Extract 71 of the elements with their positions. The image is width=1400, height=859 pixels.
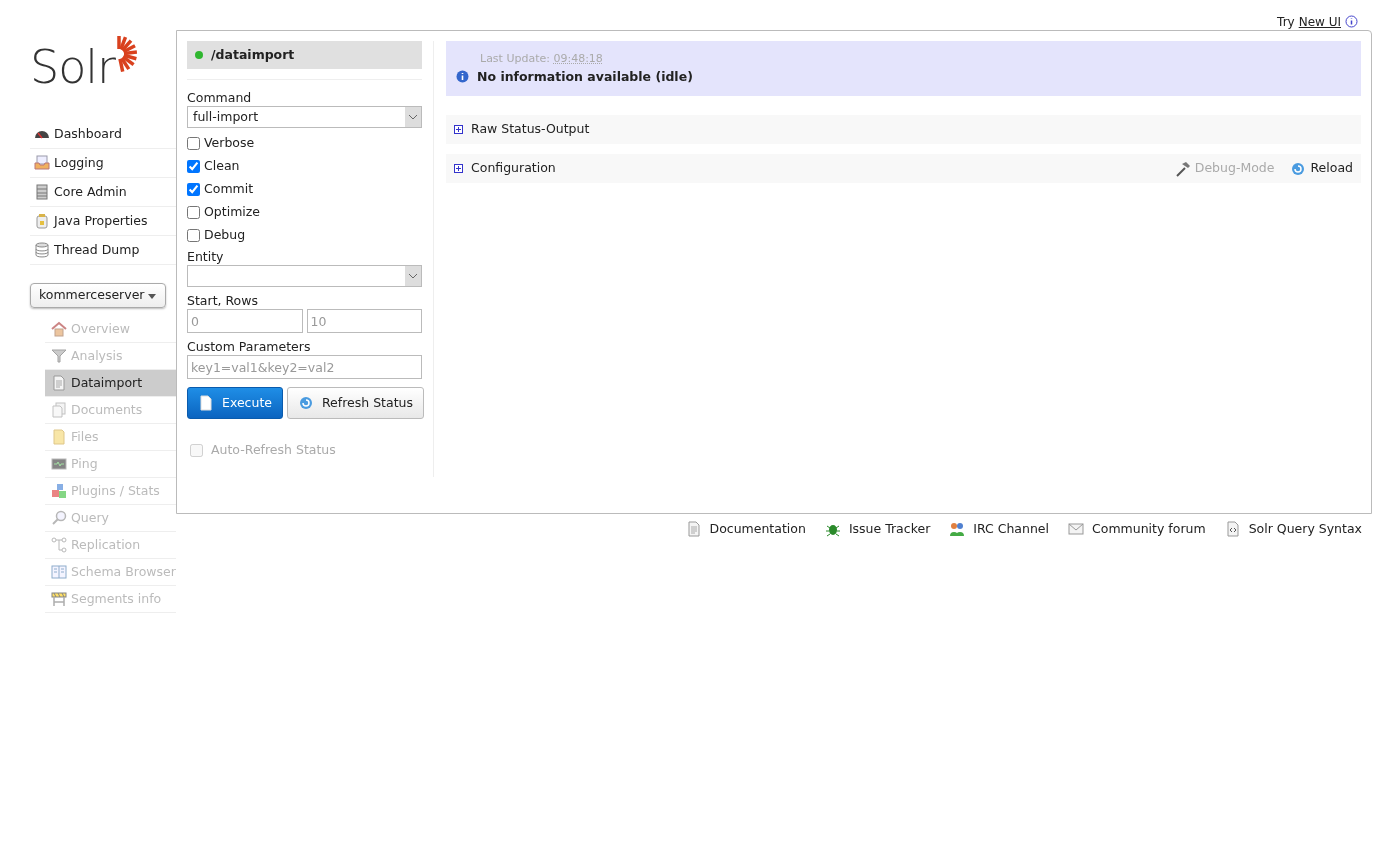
refresh-icon	[1290, 160, 1307, 177]
checkbox[interactable]	[187, 183, 200, 196]
jar-icon	[34, 213, 50, 229]
execute-button[interactable]: Execute	[187, 387, 283, 419]
checkbox-label: Debug	[204, 226, 246, 245]
barrier-icon	[51, 591, 67, 607]
people-icon	[949, 521, 966, 538]
documents-icon	[51, 402, 67, 418]
checkbox-label: Auto-Refresh Status	[211, 441, 336, 459]
blocks-icon	[51, 483, 67, 499]
footer-link[interactable]: Documentation	[685, 520, 806, 539]
footer-link[interactable]: Solr Query Syntax	[1224, 520, 1362, 539]
sidebar-item[interactable]: Thread Dump	[30, 236, 176, 265]
core-menu-item[interactable]: Dataimport	[45, 370, 176, 397]
section-action[interactable]: Reload	[1290, 159, 1353, 178]
hammer-icon	[1174, 160, 1191, 177]
monitor-icon	[51, 456, 67, 472]
footer-link[interactable]: Community forum	[1068, 520, 1206, 539]
handler-name: /dataimport	[211, 45, 295, 64]
expand-icon	[454, 164, 463, 173]
expand-icon	[454, 125, 463, 134]
checkbox-label: Optimize	[204, 203, 261, 222]
nodes-icon	[51, 537, 67, 553]
footer-link[interactable]: Issue Tracker	[824, 520, 931, 539]
house-icon	[51, 321, 67, 337]
logo-text: Solr	[30, 44, 116, 90]
field-label: Custom Parameters	[187, 339, 312, 355]
core-selector[interactable]: kommerceserver	[30, 283, 166, 308]
field-label: Command	[187, 90, 253, 106]
info-icon	[456, 70, 469, 84]
info-icon	[1345, 15, 1358, 28]
sidebar-item[interactable]: Core Admin	[30, 178, 176, 207]
custom-parameters-field[interactable]: key1=val1&key2=val2	[187, 355, 422, 379]
try-label: Try	[1277, 13, 1295, 31]
new-ui-link[interactable]: New UI	[1298, 12, 1341, 31]
field-label: Start, Rows	[187, 293, 259, 309]
last-update-text: Last Update: 09:48:18	[479, 51, 604, 67]
start-field[interactable]: 0	[187, 309, 303, 333]
document-icon	[685, 521, 702, 538]
sidebar-item[interactable]: Logging	[30, 149, 176, 178]
refresh-icon	[298, 395, 314, 411]
sun-rays-logo-icon	[117, 34, 140, 74]
document-icon	[51, 375, 67, 391]
checkbox[interactable]	[187, 137, 200, 150]
refresh-status-button[interactable]: Refresh Status	[287, 387, 424, 419]
checkbox-label: Commit	[204, 180, 254, 199]
checkbox-label: Verbose	[204, 134, 255, 153]
status-message: No information available (idle)	[477, 67, 693, 86]
stack-icon	[34, 242, 50, 258]
checkbox[interactable]	[187, 160, 200, 173]
server-icon	[34, 184, 50, 200]
footer-link[interactable]: IRC Channel	[949, 520, 1050, 539]
sidebar-item[interactable]: Java Properties	[30, 207, 176, 236]
funnel-icon	[51, 348, 67, 364]
checkbox[interactable]	[187, 229, 200, 242]
book-icon	[51, 564, 67, 580]
sidebar-item[interactable]: Dashboard	[30, 120, 176, 149]
envelope-icon	[1068, 521, 1085, 538]
field-label: Entity	[187, 249, 225, 265]
checkbox-label: Clean	[204, 157, 240, 176]
document-icon	[198, 395, 214, 411]
magnifier-icon	[51, 510, 67, 526]
section-toggle[interactable]: Configuration	[454, 159, 556, 178]
folder-icon	[51, 429, 67, 445]
tray-icon	[34, 155, 50, 171]
caret-icon	[147, 291, 157, 300]
command-select[interactable]: full-import	[187, 106, 422, 128]
checkbox[interactable]	[187, 206, 200, 219]
code-page-icon	[1224, 521, 1241, 538]
rows-field[interactable]: 10	[306, 309, 422, 333]
section-toggle[interactable]: Raw Status-Output	[454, 120, 590, 139]
